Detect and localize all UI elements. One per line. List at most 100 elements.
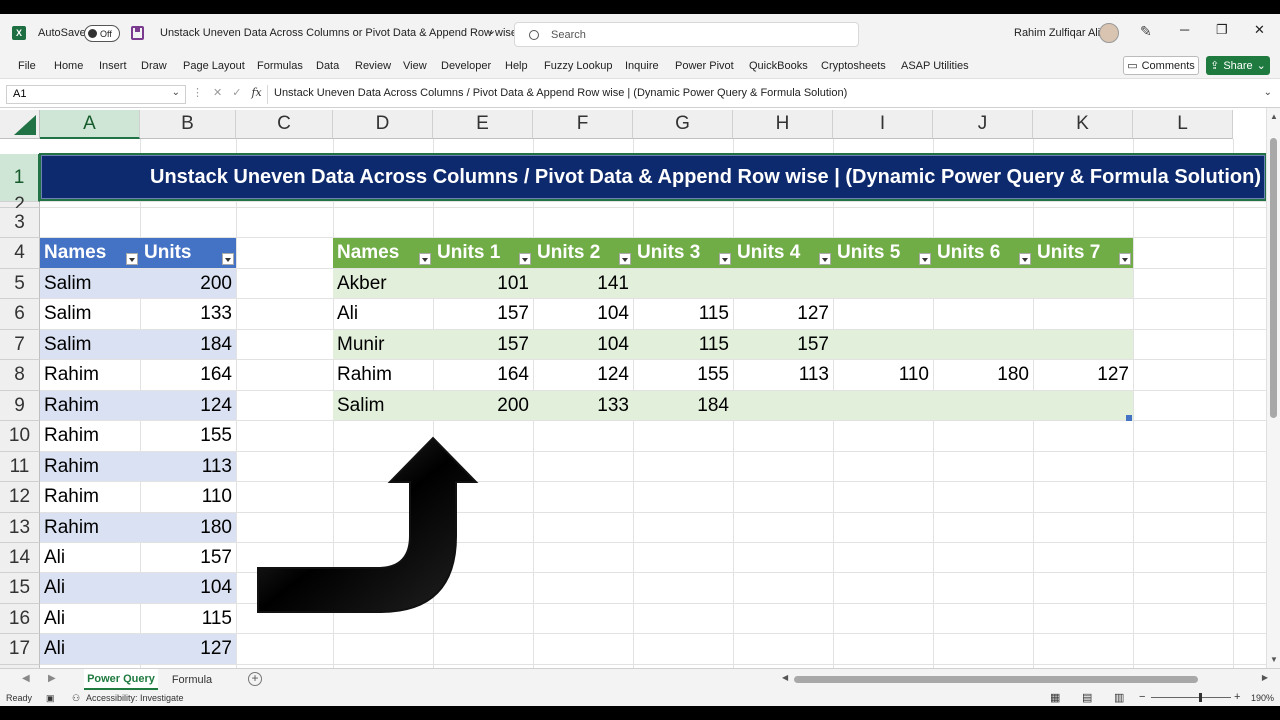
result-units-cell[interactable]	[1033, 391, 1133, 420]
column-header-a[interactable]: A	[40, 110, 140, 139]
row-header-8[interactable]: 8	[0, 360, 40, 391]
result-units-cell[interactable]: 164	[433, 360, 533, 390]
result-units-cell[interactable]	[933, 391, 1033, 420]
menu-page-layout[interactable]: Page Layout	[183, 60, 245, 72]
normal-view-icon[interactable]: ▦	[1050, 691, 1060, 704]
avatar[interactable]	[1099, 23, 1119, 43]
filter-dropdown-icon[interactable]	[919, 253, 931, 265]
row-header-3[interactable]: 3	[0, 208, 40, 238]
insert-function-icon[interactable]: fx	[251, 86, 261, 99]
tab-formula[interactable]: Formula	[162, 669, 222, 690]
result-name-cell[interactable]: Salim	[333, 391, 433, 420]
result-units-cell[interactable]: 104	[533, 330, 633, 359]
column-header-d[interactable]: D	[333, 110, 433, 139]
result-header-units-4[interactable]: Units 4	[733, 238, 833, 268]
source-name-cell[interactable]: Salim	[40, 330, 140, 359]
column-header-b[interactable]: B	[140, 110, 236, 139]
result-header-names[interactable]: Names	[333, 238, 433, 268]
row-header-9[interactable]: 9	[0, 391, 40, 421]
row-header-5[interactable]: 5	[0, 269, 40, 299]
result-units-cell[interactable]: 133	[533, 391, 633, 420]
result-header-units-6[interactable]: Units 6	[933, 238, 1033, 268]
scroll-thumb[interactable]	[1270, 138, 1277, 418]
column-header-k[interactable]: K	[1033, 110, 1133, 139]
zoom-slider[interactable]	[1151, 693, 1231, 702]
select-all-button[interactable]	[0, 110, 40, 139]
result-units-cell[interactable]	[933, 330, 1033, 359]
source-name-cell[interactable]: Rahim	[40, 421, 140, 451]
source-units-cell[interactable]: 110	[140, 482, 236, 512]
result-units-cell[interactable]: 101	[433, 269, 533, 298]
result-units-cell[interactable]: 141	[533, 269, 633, 298]
source-name-cell[interactable]: Ali	[40, 604, 140, 633]
source-units-cell[interactable]: 184	[140, 330, 236, 359]
filter-dropdown-icon[interactable]	[719, 253, 731, 265]
share-button[interactable]: ⇪ Share ⌄	[1206, 56, 1270, 75]
source-name-cell[interactable]: Rahim	[40, 360, 140, 390]
result-units-cell[interactable]	[933, 269, 1033, 298]
source-header-units[interactable]: Units	[140, 238, 236, 268]
scroll-left-icon[interactable]: ◀	[782, 673, 788, 682]
result-units-cell[interactable]: 157	[433, 330, 533, 359]
tab-power-query[interactable]: Power Query	[84, 669, 158, 690]
row-header-16[interactable]: 16	[0, 604, 40, 634]
zoom-slider-knob[interactable]	[1199, 693, 1202, 702]
result-header-units-2[interactable]: Units 2	[533, 238, 633, 268]
row-header-17[interactable]: 17	[0, 634, 40, 665]
menu-review[interactable]: Review	[355, 60, 391, 72]
title-banner-cell[interactable]: Unstack Uneven Data Across Columns / Piv…	[40, 154, 1266, 200]
filter-dropdown-icon[interactable]	[819, 253, 831, 265]
row-header-13[interactable]: 13	[0, 513, 40, 543]
row-header-7[interactable]: 7	[0, 330, 40, 360]
chevron-down-icon[interactable]: ⌄	[1264, 87, 1272, 98]
result-header-units-1[interactable]: Units 1	[433, 238, 533, 268]
result-units-cell[interactable]: 184	[633, 391, 733, 420]
result-units-cell[interactable]	[733, 269, 833, 298]
source-header-names[interactable]: Names	[40, 238, 140, 268]
save-icon[interactable]	[131, 26, 144, 40]
menu-developer[interactable]: Developer	[441, 60, 491, 72]
column-header-h[interactable]: H	[733, 110, 833, 139]
hscroll-thumb[interactable]	[794, 676, 1198, 683]
result-name-cell[interactable]: Munir	[333, 330, 433, 359]
menu-view[interactable]: View	[403, 60, 427, 72]
column-header-j[interactable]: J	[933, 110, 1033, 139]
scroll-right-icon[interactable]: ▶	[1262, 673, 1268, 682]
add-sheet-icon[interactable]: +	[248, 672, 262, 686]
file-name[interactable]: Unstack Uneven Data Across Columns or Pi…	[160, 27, 539, 39]
minimize-button[interactable]: ─	[1180, 22, 1189, 37]
menu-asap-utilities[interactable]: ASAP Utilities	[901, 60, 969, 72]
source-name-cell[interactable]: Rahim	[40, 513, 140, 542]
result-units-cell[interactable]: 113	[733, 360, 833, 390]
source-units-cell[interactable]: 133	[140, 299, 236, 329]
result-header-units-5[interactable]: Units 5	[833, 238, 933, 268]
source-units-cell[interactable]: 115	[140, 604, 236, 633]
result-units-cell[interactable]	[1033, 299, 1133, 329]
column-header-e[interactable]: E	[433, 110, 533, 139]
result-name-cell[interactable]: Ali	[333, 299, 433, 329]
horizontal-scrollbar[interactable]: ◀ ▶	[782, 673, 1268, 686]
result-units-cell[interactable]: 115	[633, 330, 733, 359]
result-units-cell[interactable]	[933, 299, 1033, 329]
result-units-cell[interactable]	[833, 269, 933, 298]
zoom-out-icon[interactable]: −	[1139, 691, 1145, 703]
column-header-l[interactable]: L	[1133, 110, 1233, 139]
filter-dropdown-icon[interactable]	[1019, 253, 1031, 265]
zoom-level[interactable]: 190%	[1251, 693, 1274, 703]
menu-quickbooks[interactable]: QuickBooks	[749, 60, 808, 72]
row-header-4[interactable]: 4	[0, 238, 40, 269]
menu-fuzzy-lookup[interactable]: Fuzzy Lookup	[544, 60, 612, 72]
source-name-cell[interactable]: Rahim	[40, 391, 140, 420]
name-box[interactable]: A1 ⌄	[6, 85, 186, 104]
source-units-cell[interactable]: 113	[140, 452, 236, 481]
menu-draw[interactable]: Draw	[141, 60, 167, 72]
result-units-cell[interactable]: 200	[433, 391, 533, 420]
source-units-cell[interactable]: 124	[140, 391, 236, 420]
menu-cryptosheets[interactable]: Cryptosheets	[821, 60, 886, 72]
autosave-toggle[interactable]: Off	[84, 25, 120, 42]
menu-formulas[interactable]: Formulas	[257, 60, 303, 72]
column-header-f[interactable]: F	[533, 110, 633, 139]
formula-input[interactable]: Unstack Uneven Data Across Columns / Piv…	[267, 85, 1272, 104]
search-box[interactable]: Search	[514, 22, 859, 47]
restore-button[interactable]: ❐	[1216, 22, 1228, 38]
